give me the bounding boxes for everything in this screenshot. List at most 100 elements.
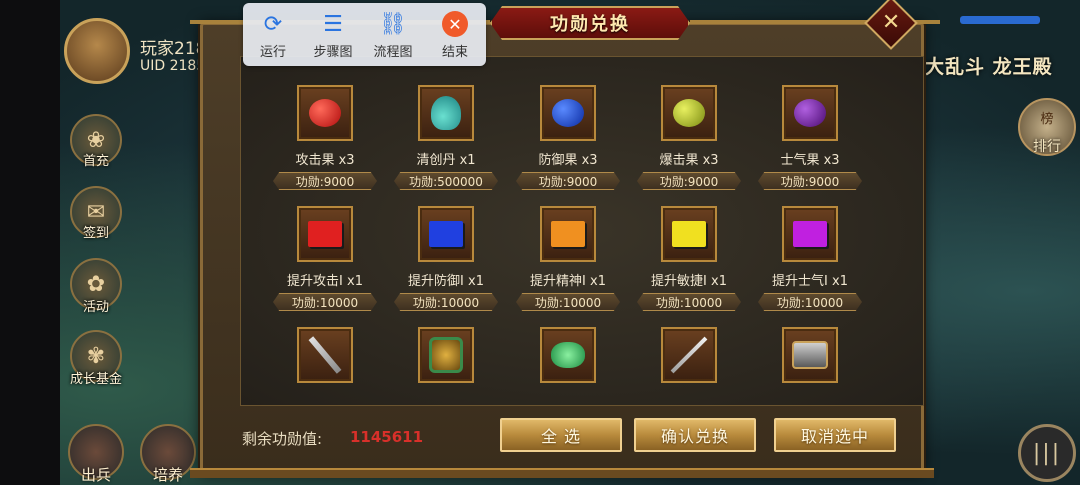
side-label-activity: 活动 xyxy=(82,300,109,315)
exchange-item[interactable]: 提升敏捷Ⅰ x1 功勋:10000 xyxy=(629,206,749,311)
jade-pendant-icon xyxy=(551,342,585,368)
dialog-bottom-trim xyxy=(190,468,934,478)
spear-icon xyxy=(670,336,708,374)
item-name: 提升敏捷Ⅰ x1 xyxy=(651,274,727,289)
item-slot xyxy=(418,206,474,262)
item-name: 攻击果 x3 xyxy=(295,153,355,168)
flow-chart-label: 流程图 xyxy=(373,45,413,60)
item-slot xyxy=(540,206,596,262)
gift-icon: ❀ xyxy=(86,127,106,153)
item-name: 提升精神Ⅰ x1 xyxy=(530,274,606,289)
item-slot xyxy=(418,85,474,141)
item-cost: 功勋:10000 xyxy=(394,293,498,311)
purple-book-icon xyxy=(793,221,827,247)
exchange-item[interactable] xyxy=(508,327,628,383)
item-slot xyxy=(661,327,717,383)
item-name: 提升攻击Ⅰ x1 xyxy=(287,274,363,289)
item-cost: 功勋:10000 xyxy=(273,293,377,311)
stop-button[interactable]: ✕ 结束 xyxy=(425,9,485,60)
main-menu-button[interactable]: ||| xyxy=(1018,424,1076,482)
red-book-icon xyxy=(308,221,342,247)
orange-book-icon xyxy=(551,221,585,247)
step-chart-label: 步骤图 xyxy=(313,45,353,60)
player-avatar[interactable] xyxy=(64,18,130,84)
menu-bars-icon: ||| xyxy=(1032,440,1062,466)
item-slot xyxy=(540,327,596,383)
energy-bar xyxy=(960,16,1040,24)
item-slot xyxy=(782,327,838,383)
item-slot xyxy=(782,206,838,262)
rank-badge: 榜 xyxy=(1040,111,1054,127)
close-icon: ✕ xyxy=(881,10,901,35)
exchange-item[interactable]: 提升士气Ⅰ x1 功勋:10000 xyxy=(750,206,870,311)
item-slot xyxy=(418,327,474,383)
green-fruit-icon xyxy=(673,99,705,127)
exchange-item[interactable]: 爆击果 x3 功勋:9000 xyxy=(629,85,749,190)
item-name: 清创丹 x1 xyxy=(416,153,476,168)
sword-icon xyxy=(308,336,342,374)
item-slot xyxy=(297,85,353,141)
lotus-icon: ✿ xyxy=(86,271,106,297)
item-cost: 功勋:500000 xyxy=(394,172,498,190)
exchange-item[interactable] xyxy=(750,327,870,383)
tree-icon: ✾ xyxy=(86,343,106,369)
exchange-item[interactable] xyxy=(386,327,506,383)
item-name: 提升士气Ⅰ x1 xyxy=(772,274,848,289)
deselect-button[interactable]: 取消选中 xyxy=(774,418,896,452)
exchange-item[interactable]: 防御果 x3 功勋:9000 xyxy=(508,85,628,190)
exchange-item[interactable]: 清创丹 x1 功勋:500000 xyxy=(386,85,506,190)
item-cost: 功勋:9000 xyxy=(637,172,741,190)
blue-fruit-icon xyxy=(552,99,584,127)
remaining-merit-value: 1145611 xyxy=(350,428,424,446)
event-title: 大乱斗 龙王殿 xyxy=(925,56,1053,78)
exchange-item[interactable] xyxy=(629,327,749,383)
item-slot xyxy=(661,85,717,141)
red-fruit-icon xyxy=(309,99,341,127)
exchange-item[interactable] xyxy=(265,327,385,383)
step-chart-button[interactable]: ☰ 步骤图 xyxy=(303,9,363,61)
item-name: 士气果 x3 xyxy=(780,153,840,168)
player-uid: UID 2185 xyxy=(140,58,206,74)
item-name: 防御果 x3 xyxy=(538,153,598,168)
select-all-button[interactable]: 全 选 xyxy=(500,418,622,452)
left-black-margin xyxy=(0,0,60,485)
item-slot xyxy=(661,206,717,262)
bottom-label-cultivate: 培养 xyxy=(152,466,183,484)
item-cost: 功勋:10000 xyxy=(516,293,620,311)
item-cost: 功勋:10000 xyxy=(758,293,862,311)
exchange-item[interactable]: 士气果 x3 功勋:9000 xyxy=(750,85,870,190)
exchange-item[interactable]: 提升精神Ⅰ x1 功勋:10000 xyxy=(508,206,628,311)
player-name: 玩家218 xyxy=(140,39,207,59)
item-cost: 功勋:9000 xyxy=(516,172,620,190)
flow-icon: ⛓ xyxy=(379,11,407,37)
exchange-item[interactable]: 提升防御Ⅰ x1 功勋:10000 xyxy=(386,206,506,311)
dialog-title-banner: 功勋兑换 xyxy=(490,6,690,40)
run-label: 运行 xyxy=(259,45,286,60)
confirm-exchange-button[interactable]: 确认兑换 xyxy=(634,418,756,452)
item-name: 爆击果 x3 xyxy=(659,153,719,168)
stop-label: 结束 xyxy=(441,45,468,60)
item-slot xyxy=(297,327,353,383)
exchange-item[interactable]: 提升攻击Ⅰ x1 功勋:10000 xyxy=(265,206,385,311)
potion-gourd-icon xyxy=(431,96,461,130)
list-icon: ☰ xyxy=(323,11,343,37)
bottom-label-deploy: 出兵 xyxy=(80,466,111,484)
purple-fruit-icon xyxy=(794,99,826,127)
remaining-merit-label: 剩余功勋值: xyxy=(242,430,323,448)
blue-book-icon xyxy=(429,221,463,247)
item-cost: 功勋:9000 xyxy=(273,172,377,190)
envelope-icon: ✉ xyxy=(86,199,106,225)
item-slot xyxy=(297,206,353,262)
flow-chart-button[interactable]: ⛓ 流程图 xyxy=(363,9,423,61)
item-slot xyxy=(782,85,838,141)
armor-icon xyxy=(429,337,463,373)
item-cost: 功勋:10000 xyxy=(637,293,741,311)
run-button[interactable]: ⟳ 运行 xyxy=(243,9,303,61)
item-name: 提升防御Ⅰ x1 xyxy=(408,274,484,289)
side-label-first-recharge: 首充 xyxy=(82,154,109,169)
run-icon: ⟳ xyxy=(263,11,283,37)
item-cost: 功勋:9000 xyxy=(758,172,862,190)
dialog-title: 功勋兑换 xyxy=(550,14,630,35)
exchange-item[interactable]: 攻击果 x3 功勋:9000 xyxy=(265,85,385,190)
stop-icon: ✕ xyxy=(442,11,468,37)
